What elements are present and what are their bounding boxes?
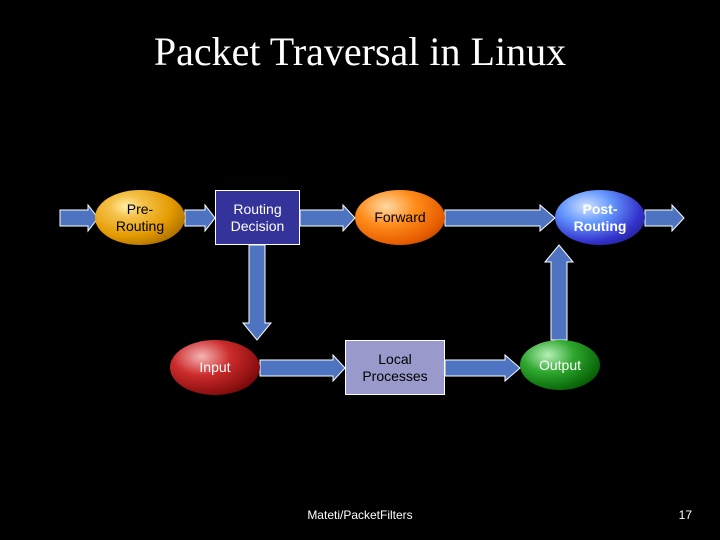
- node-local-processes: LocalProcesses: [345, 340, 445, 395]
- arrow-rd-to-input: [243, 245, 271, 340]
- arrow-pre-to-rd: [185, 205, 215, 231]
- arrow-local-to-output: [445, 355, 520, 381]
- footer-text: Mateti/PacketFilters: [0, 508, 720, 522]
- flow-arrows: [0, 0, 720, 540]
- arrow-outgoing: [645, 205, 684, 231]
- arrow-rd-to-fwd: [300, 205, 355, 231]
- node-input: Input: [170, 340, 260, 395]
- arrow-fwd-to-post: [445, 205, 555, 231]
- node-label: Output: [539, 357, 581, 373]
- node-label: LocalProcesses: [362, 351, 427, 383]
- slide-title: Packet Traversal in Linux: [0, 28, 720, 75]
- node-post-routing: Post-Routing: [555, 190, 645, 245]
- arrow-incoming: [60, 205, 98, 231]
- node-label: Pre-Routing: [116, 201, 164, 233]
- node-label: RoutingDecision: [231, 201, 285, 233]
- node-forward: Forward: [355, 190, 445, 245]
- node-output: Output: [520, 340, 600, 390]
- page-number: 17: [679, 508, 692, 522]
- node-label: Forward: [374, 209, 425, 225]
- node-label: Post-Routing: [574, 201, 627, 233]
- node-pre-routing: Pre-Routing: [95, 190, 185, 245]
- arrow-output-to-post: [545, 245, 573, 340]
- arrow-input-to-local: [260, 355, 345, 381]
- node-routing-decision: RoutingDecision: [215, 190, 300, 245]
- node-label: Input: [199, 359, 230, 375]
